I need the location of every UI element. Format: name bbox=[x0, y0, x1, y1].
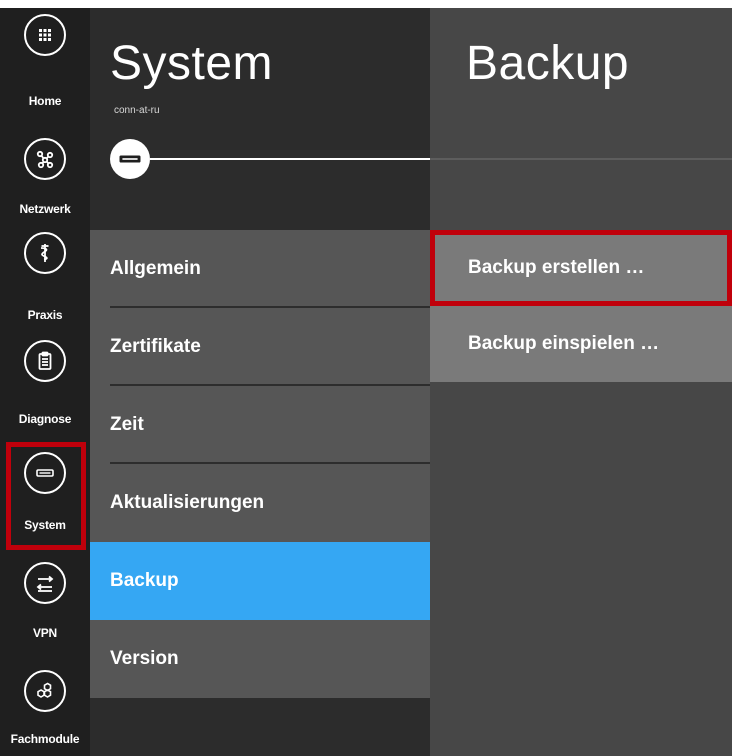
network-icon bbox=[24, 138, 66, 180]
menu-item-backup[interactable]: Backup bbox=[90, 542, 430, 620]
clipboard-icon bbox=[24, 340, 66, 382]
grid-icon bbox=[24, 14, 66, 56]
menu-item-allgemein[interactable]: Allgemein bbox=[90, 230, 430, 308]
main-nav-rail: Home Netzwerk Praxis Diagnose System VPN… bbox=[0, 8, 90, 756]
caduceus-icon bbox=[24, 232, 66, 274]
connector-admin-app: Home Netzwerk Praxis Diagnose System VPN… bbox=[0, 8, 732, 756]
device-badge[interactable] bbox=[110, 139, 150, 179]
nav-label-netzwerk: Netzwerk bbox=[19, 202, 71, 216]
nav-item-fachmodule[interactable]: Fachmodule bbox=[4, 656, 86, 756]
menu-item-label: Zertifikate bbox=[110, 336, 201, 357]
panel-title: System bbox=[110, 37, 274, 90]
divider-line bbox=[430, 158, 732, 160]
nav-label-fachmodule: Fachmodule bbox=[10, 732, 80, 746]
menu-item-label: Zeit bbox=[110, 414, 144, 435]
nav-label-home: Home bbox=[28, 94, 62, 108]
divider-line bbox=[150, 158, 430, 160]
backup-restore-button[interactable]: Backup einspielen … bbox=[430, 306, 732, 382]
nav-item-vpn[interactable]: VPN bbox=[4, 554, 86, 654]
system-menu: Allgemein Zertifikate Zeit Aktualisierun… bbox=[90, 230, 430, 698]
selection-highlight bbox=[6, 442, 86, 550]
menu-item-label: Version bbox=[110, 648, 179, 669]
device-name: conn-at-ru bbox=[114, 105, 160, 116]
nav-item-home[interactable]: Home bbox=[4, 10, 86, 110]
menu-item-zeit[interactable]: Zeit bbox=[90, 386, 430, 464]
menu-item-label: Aktualisierungen bbox=[110, 492, 265, 513]
panel-title: Backup bbox=[466, 37, 630, 90]
backup-create-button[interactable]: Backup erstellen … bbox=[430, 230, 732, 306]
nav-label-praxis: Praxis bbox=[27, 308, 63, 322]
hexagons-icon bbox=[24, 670, 66, 712]
nav-label-diagnose: Diagnose bbox=[18, 412, 72, 426]
nav-item-netzwerk[interactable]: Netzwerk bbox=[4, 110, 86, 216]
device-icon bbox=[119, 155, 141, 163]
nav-item-praxis[interactable]: Praxis bbox=[4, 220, 86, 322]
vpn-icon bbox=[24, 562, 66, 604]
system-panel: System conn-at-ru Allgemein Zertifikate … bbox=[90, 8, 430, 756]
nav-label-vpn: VPN bbox=[32, 626, 58, 640]
action-label: Backup erstellen … bbox=[468, 257, 645, 278]
action-label: Backup einspielen … bbox=[468, 333, 660, 354]
backup-panel: Backup Backup erstellen … Backup einspie… bbox=[430, 8, 732, 756]
menu-item-aktualisierungen[interactable]: Aktualisierungen bbox=[90, 464, 430, 542]
nav-item-diagnose[interactable]: Diagnose bbox=[4, 330, 86, 430]
backup-actions: Backup erstellen … Backup einspielen … bbox=[430, 230, 732, 382]
menu-item-zertifikate[interactable]: Zertifikate bbox=[90, 308, 430, 386]
menu-item-version[interactable]: Version bbox=[90, 620, 430, 698]
menu-item-label: Allgemein bbox=[110, 258, 201, 279]
menu-item-label: Backup bbox=[110, 570, 179, 591]
